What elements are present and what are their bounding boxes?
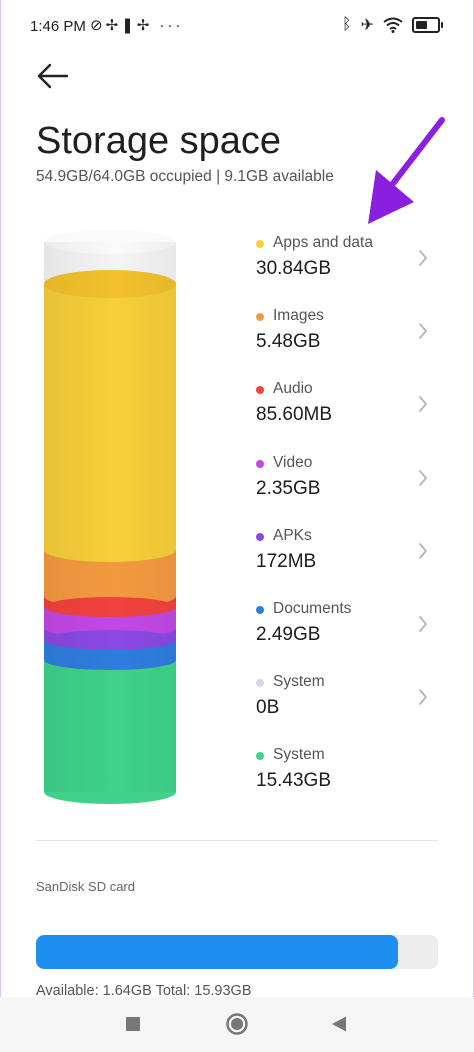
battery-level (416, 21, 427, 29)
navigation-bar (0, 997, 474, 1052)
battery-icon (412, 17, 443, 33)
chevron-right-icon (419, 469, 427, 486)
do-not-disturb-icon: ⊘ (90, 17, 106, 34)
chevron-right-icon (419, 689, 427, 706)
status-right-icons: ᛒ ✈ (341, 15, 443, 35)
sd-card-label: SanDisk SD card (36, 879, 135, 894)
category-color-dot (256, 386, 264, 395)
category-item[interactable]: APKs 172MB (256, 525, 442, 589)
category-name: System (273, 673, 325, 691)
category-size: 172MB (256, 550, 317, 572)
category-color-dot (256, 532, 264, 541)
divider (36, 840, 438, 841)
category-name: System (273, 746, 325, 764)
category-name: Video (273, 453, 313, 471)
fan-icon: ✢ (136, 17, 153, 34)
category-color-dot (256, 313, 264, 322)
sd-card-info: Available: 1.64GB Total: 15.93GB (36, 983, 252, 997)
chevron-right-icon (419, 250, 427, 266)
back-button[interactable] (326, 1011, 352, 1037)
category-item[interactable]: Video 2.35GB (256, 452, 442, 516)
book-icon: ❚ (121, 17, 137, 34)
category-name: Audio (273, 380, 313, 398)
category-item[interactable]: Documents 2.49GB (256, 598, 442, 662)
chevron-right-icon (419, 542, 427, 559)
category-name: Images (273, 307, 324, 325)
chevron-right-icon (419, 616, 427, 632)
category-size: 85.60MB (256, 404, 333, 426)
category-color-dot (256, 752, 264, 761)
sd-card-usage-bar[interactable] (36, 935, 438, 969)
category-item[interactable]: Audio 85.60MB (256, 378, 442, 442)
recents-button[interactable] (120, 1011, 146, 1037)
category-size: 15.43GB (256, 770, 331, 792)
storage-cylinder (44, 230, 176, 804)
category-size: 2.35GB (256, 477, 321, 499)
wifi-icon (383, 17, 403, 33)
square-icon (126, 1017, 140, 1031)
chevron-right-icon (419, 323, 427, 340)
category-item[interactable]: System 15.43GB (256, 744, 442, 808)
more-dots-icon: ··· (159, 17, 184, 34)
sd-card-usage-fill (36, 935, 398, 969)
circle-icon (226, 1013, 248, 1035)
category-color-dot (256, 459, 264, 468)
category-name: Documents (273, 600, 352, 617)
category-name: APKs (273, 526, 312, 544)
category-size: 2.49GB (256, 624, 321, 645)
triangle-back-icon (332, 1016, 346, 1032)
category-name: Apps and data (273, 234, 373, 251)
category-color-dot (256, 679, 264, 688)
back-arrow-icon[interactable] (36, 62, 70, 90)
category-item[interactable]: Images 5.48GB (256, 305, 442, 369)
home-button[interactable] (224, 1011, 250, 1037)
storage-summary: 54.9GB/64.0GB occupied | 9.1GB available (36, 168, 334, 185)
category-size: 5.48GB (256, 331, 321, 353)
airplane-icon: ✈ (360, 17, 374, 34)
status-bar: 1:46 PM ⊘✢❚✢ ··· ᛒ ✈ (0, 0, 474, 52)
category-size: 30.84GB (256, 258, 331, 279)
bluetooth-icon: ᛒ (341, 16, 352, 33)
category-item[interactable]: System 0B (256, 671, 442, 735)
category-color-dot (256, 606, 264, 614)
category-color-dot (256, 240, 264, 248)
annotation-arrow-icon (368, 117, 445, 224)
fan-icon: ✢ (105, 17, 122, 34)
category-size: 0B (256, 697, 280, 719)
status-time: 1:46 PM (30, 18, 86, 35)
chevron-right-icon (419, 396, 427, 413)
page-title: Storage space (36, 120, 282, 162)
category-item[interactable]: Apps and data 30.84GB (256, 232, 442, 296)
status-left-icons: ⊘✢❚✢ ··· (90, 16, 183, 34)
